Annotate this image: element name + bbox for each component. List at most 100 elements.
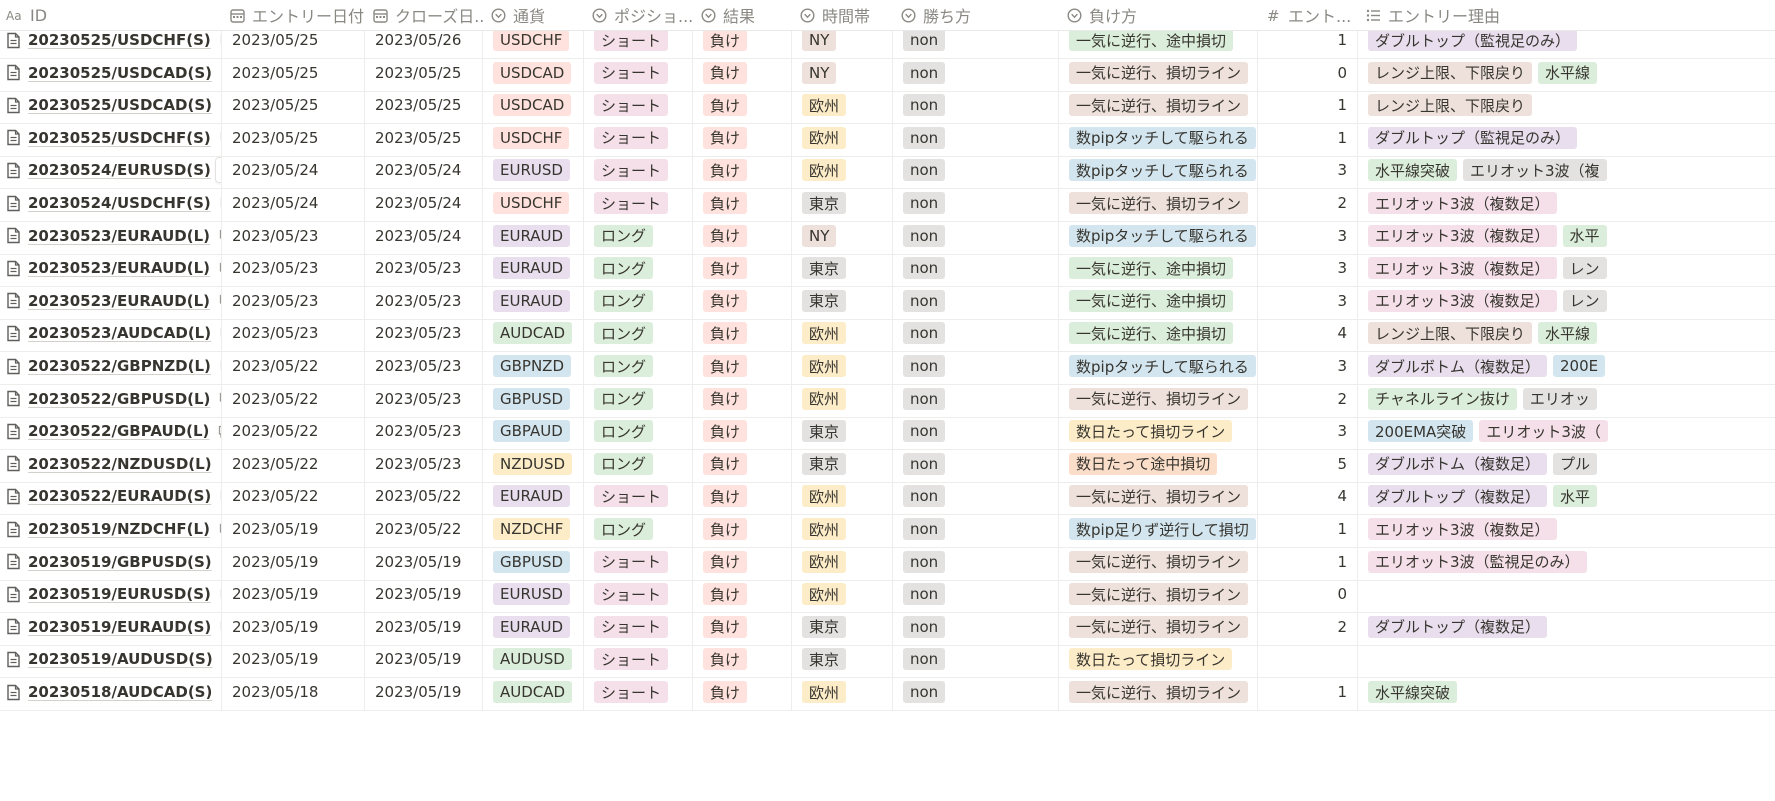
entries-cell[interactable]: 5 xyxy=(1258,445,1358,482)
loss-method-cell[interactable]: 一気に逆行、損切ライン xyxy=(1059,380,1258,417)
table-row[interactable]: 20230525/USDCHF(S)22023/05/252023/05/25U… xyxy=(0,119,1775,157)
id-cell[interactable]: 20230519/GBPUSD(S)1 xyxy=(0,543,222,580)
entries-cell[interactable]: 0 xyxy=(1258,576,1358,613)
session-cell[interactable]: 欧州 xyxy=(792,119,893,156)
entry-date-cell[interactable]: 2023/05/19 xyxy=(222,576,365,613)
result-cell[interactable]: 負け xyxy=(693,282,792,319)
entry-date-cell[interactable]: 2023/05/19 xyxy=(222,543,365,580)
entry-date-cell[interactable]: 2023/05/22 xyxy=(222,380,365,417)
win-method-cell[interactable]: non xyxy=(893,54,1059,91)
currency-cell[interactable]: GBPUSD xyxy=(483,380,584,417)
row-title[interactable]: 20230522/GBPNZD(L) xyxy=(28,357,211,375)
entries-cell[interactable]: 3 xyxy=(1258,282,1358,319)
reason-cell[interactable]: 200EMA突破 エリオット3波（ xyxy=(1358,413,1775,449)
row-title[interactable]: 20230524/USDCHF(S) xyxy=(28,194,211,212)
win-method-cell[interactable]: non xyxy=(893,315,1059,352)
row-title[interactable]: 20230519/EURAUD(S) xyxy=(28,618,211,636)
currency-cell[interactable]: EURUSD xyxy=(483,576,584,613)
currency-cell[interactable]: GBPAUD xyxy=(483,413,584,450)
win-method-cell[interactable]: non xyxy=(893,250,1059,287)
row-title[interactable]: 20230523/EURAUD(L) xyxy=(28,292,210,310)
loss-method-cell[interactable]: 数日たって損切ライン xyxy=(1059,413,1258,450)
id-cell[interactable]: 20230525/USDCAD(S)1 xyxy=(0,54,222,91)
session-cell[interactable]: 東京 xyxy=(792,413,893,450)
row-title[interactable]: 20230519/NZDCHF(L) xyxy=(28,520,210,538)
result-cell[interactable]: 負け xyxy=(693,641,792,678)
entry-date-cell[interactable]: 2023/05/22 xyxy=(222,348,365,384)
currency-cell[interactable]: AUDUSD xyxy=(483,641,584,678)
close-date-cell[interactable]: 2023/05/25 xyxy=(365,87,483,124)
close-date-cell[interactable]: 2023/05/22 xyxy=(365,511,483,547)
column-header-close-date[interactable]: クローズ日... xyxy=(365,0,483,30)
id-cell[interactable]: 20230524/EURUSD(S)開く xyxy=(0,152,222,189)
result-cell[interactable]: 負け xyxy=(693,543,792,580)
id-cell[interactable]: 20230518/AUDCAD(S)2 xyxy=(0,674,222,710)
currency-cell[interactable]: EURAUD xyxy=(483,478,584,515)
table-row[interactable]: 20230524/USDCHF(S)12023/05/242023/05/24U… xyxy=(0,185,1775,222)
loss-method-cell[interactable]: 数pipタッチして駆られる xyxy=(1059,217,1258,254)
result-cell[interactable]: 負け xyxy=(693,348,792,384)
entries-cell[interactable]: 2 xyxy=(1258,185,1358,221)
table-row[interactable]: 20230519/GBPUSD(S)12023/05/192023/05/19G… xyxy=(0,543,1775,581)
result-cell[interactable]: 負け xyxy=(693,217,792,254)
close-date-cell[interactable]: 2023/05/19 xyxy=(365,641,483,678)
session-cell[interactable]: 東京 xyxy=(792,445,893,482)
session-cell[interactable]: 東京 xyxy=(792,250,893,287)
reason-cell[interactable]: エリオット3波（複数足） レン xyxy=(1358,250,1775,286)
table-row[interactable]: 20230518/AUDCAD(S)22023/05/182023/05/19 A… xyxy=(0,674,1775,711)
entry-date-cell[interactable]: 2023/05/22 xyxy=(222,445,365,482)
entries-cell[interactable]: 3 xyxy=(1258,413,1358,450)
currency-cell[interactable]: NZDUSD xyxy=(483,445,584,482)
id-cell[interactable]: 20230522/NZDUSD(L)1 xyxy=(0,445,222,482)
row-title[interactable]: 20230522/GBPAUD(L) xyxy=(28,422,209,440)
column-header-win-method[interactable]: 勝ち方 xyxy=(893,0,1059,30)
position-cell[interactable]: ショート xyxy=(584,543,693,580)
session-cell[interactable]: 欧州 xyxy=(792,511,893,547)
currency-cell[interactable]: GBPNZD xyxy=(483,348,584,384)
close-date-cell[interactable]: 2023/05/22 xyxy=(365,478,483,515)
entry-date-cell[interactable]: 2023/05/25 xyxy=(222,54,365,91)
id-cell[interactable]: 20230523/EURAUD(L)1 xyxy=(0,250,222,287)
close-date-cell[interactable]: 2023/05/25 xyxy=(365,119,483,156)
close-date-cell[interactable]: 2023/05/19 xyxy=(365,608,483,645)
row-title[interactable]: 20230522/EURAUD(S) xyxy=(28,487,211,505)
result-cell[interactable]: 負け xyxy=(693,445,792,482)
row-title[interactable]: 20230524/EURUSD(S) xyxy=(28,161,211,179)
result-cell[interactable]: 負け xyxy=(693,119,792,156)
currency-cell[interactable]: USDCHF xyxy=(483,119,584,156)
close-date-cell[interactable]: 2023/05/19 xyxy=(365,576,483,613)
session-cell[interactable]: 東京 xyxy=(792,608,893,645)
position-cell[interactable]: ロング xyxy=(584,348,693,384)
table-row[interactable]: 20230523/EURAUD(L)12023/05/232023/05/24 E… xyxy=(0,217,1775,255)
close-date-cell[interactable]: 2023/05/25 xyxy=(365,54,483,91)
id-cell[interactable]: 20230524/USDCHF(S)1 xyxy=(0,185,222,221)
position-cell[interactable]: ロング xyxy=(584,217,693,254)
reason-cell[interactable]: レンジ上限、下限戻り 水平線 xyxy=(1358,55,1775,91)
close-date-cell[interactable]: 2023/05/23 xyxy=(365,315,483,352)
close-date-cell[interactable]: 2023/05/19 xyxy=(365,674,483,710)
loss-method-cell[interactable]: 一気に逆行、損切ライン xyxy=(1059,674,1258,710)
entries-cell[interactable]: 2 xyxy=(1258,380,1358,417)
entry-date-cell[interactable]: 2023/05/23 xyxy=(222,250,365,287)
id-cell[interactable]: 20230523/EURAUD(L)1 xyxy=(0,282,222,319)
reason-cell[interactable] xyxy=(1358,576,1775,612)
position-cell[interactable]: ショート xyxy=(584,119,693,156)
reason-cell[interactable]: エリオット3波（監視足のみ） xyxy=(1358,544,1775,580)
reason-cell[interactable]: 水平線突破 エリオット3波（複 xyxy=(1358,152,1775,188)
reason-cell[interactable]: レンジ上限、下限戻り xyxy=(1358,87,1775,123)
reason-cell[interactable]: エリオット3波（複数足） xyxy=(1358,511,1775,547)
open-page-button[interactable]: 開く xyxy=(214,157,221,184)
entries-cell[interactable]: 1 xyxy=(1258,87,1358,124)
row-title[interactable]: 20230523/EURAUD(L) xyxy=(28,227,210,245)
table-row[interactable]: 20230525/USDCAD(S)12023/05/252023/05/25U… xyxy=(0,87,1775,125)
row-title[interactable]: 20230525/USDCHF(S) xyxy=(28,31,211,49)
session-cell[interactable]: 東京 xyxy=(792,185,893,221)
table-row[interactable]: 20230522/GBPNZD(L)12023/05/222023/05/23 G… xyxy=(0,348,1775,385)
loss-method-cell[interactable]: 数pipタッチして駆られる xyxy=(1059,348,1258,384)
table-row[interactable]: 20230519/EURUSD(S)12023/05/192023/05/19E… xyxy=(0,576,1775,614)
position-cell[interactable]: ショート xyxy=(584,478,693,515)
session-cell[interactable]: 欧州 xyxy=(792,152,893,189)
row-title[interactable]: 20230522/GBPUSD(L) xyxy=(28,390,210,408)
close-date-cell[interactable]: 2023/05/23 xyxy=(365,445,483,482)
loss-method-cell[interactable]: 一気に逆行、損切ライン xyxy=(1059,576,1258,613)
